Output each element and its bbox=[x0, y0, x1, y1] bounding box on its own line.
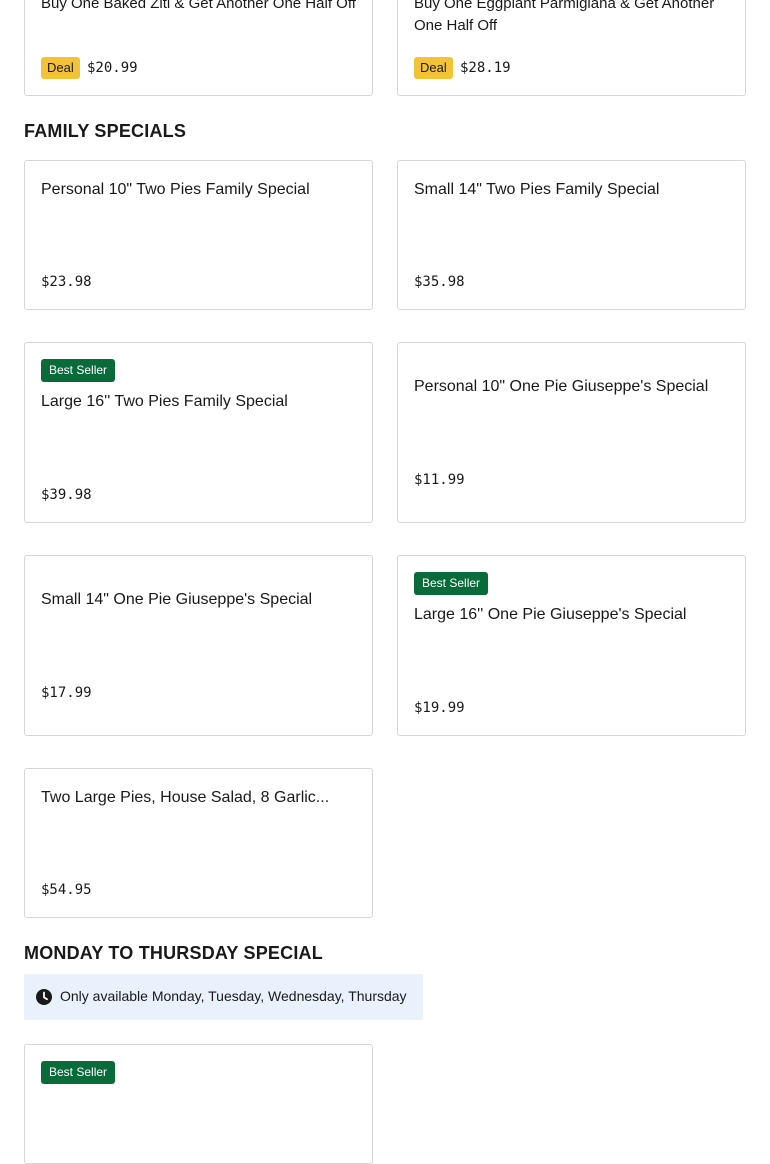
menu-item-card[interactable]: Best Seller bbox=[24, 1044, 373, 1164]
menu-item-card[interactable]: Two Large Pies, House Salad, 8 Garlic...… bbox=[24, 768, 373, 918]
item-price: $11.99 bbox=[414, 472, 465, 488]
deal-badge: Deal bbox=[41, 57, 80, 79]
item-name: Large 16'' One Pie Giuseppe's Special bbox=[414, 606, 687, 623]
best-seller-badge: Best Seller bbox=[41, 1061, 116, 1084]
menu-item-card[interactable]: Small 14" One Pie Giuseppe's Special $17… bbox=[24, 555, 373, 736]
item-name: Personal 10" One Pie Giuseppe's Special bbox=[414, 378, 709, 395]
best-seller-badge: Best Seller bbox=[414, 572, 489, 595]
item-name: Two Large Pies, House Salad, 8 Garlic... bbox=[41, 789, 330, 806]
item-name: Personal 10" Two Pies Family Special bbox=[41, 181, 310, 198]
item-name: Small 14" Two Pies Family Special bbox=[414, 181, 660, 198]
menu-item-card[interactable]: Personal 10" One Pie Giuseppe's Special … bbox=[397, 342, 746, 523]
menu-item-card[interactable]: Small 14" Two Pies Family Special $35.98 bbox=[397, 160, 746, 310]
item-name: Large 16'' Two Pies Family Special bbox=[41, 393, 288, 410]
section-title-monday-thursday: MONDAY TO THURSDAY SPECIAL bbox=[24, 943, 323, 963]
item-price: $20.99 bbox=[87, 60, 138, 76]
menu-item-card[interactable]: Best Seller Large 16'' One Pie Giuseppe'… bbox=[397, 555, 746, 736]
item-price: $23.98 bbox=[41, 274, 92, 290]
section-title-family-specials: FAMILY SPECIALS bbox=[24, 121, 187, 141]
item-price: $28.19 bbox=[460, 60, 511, 76]
availability-text: Only available Monday, Tuesday, Wednesda… bbox=[60, 988, 407, 1004]
item-price: $54.95 bbox=[41, 882, 92, 898]
availability-notice: Only available Monday, Tuesday, Wednesda… bbox=[24, 974, 423, 1020]
menu-item-card[interactable]: Personal 10" Two Pies Family Special $23… bbox=[24, 160, 373, 310]
item-price: $35.98 bbox=[414, 274, 465, 290]
deal-card-baked-ziti[interactable]: Buy One Baked Ziti & Get Another One Hal… bbox=[24, 0, 373, 96]
item-name: Small 14" One Pie Giuseppe's Special bbox=[41, 591, 313, 608]
item-name: Buy One Eggplant Parmigiana & Get Anothe… bbox=[414, 0, 715, 34]
best-seller-badge: Best Seller bbox=[41, 359, 116, 382]
deal-card-eggplant[interactable]: Buy One Eggplant Parmigiana & Get Anothe… bbox=[397, 0, 746, 96]
item-price: $19.99 bbox=[414, 700, 465, 716]
clock-icon bbox=[36, 989, 52, 1005]
item-price: $39.98 bbox=[41, 487, 92, 503]
item-price: $17.99 bbox=[41, 685, 92, 701]
menu-item-card[interactable]: Best Seller Large 16'' Two Pies Family S… bbox=[24, 342, 373, 523]
item-name: Buy One Baked Ziti & Get Another One Hal… bbox=[41, 0, 356, 12]
deal-badge: Deal bbox=[414, 57, 453, 79]
